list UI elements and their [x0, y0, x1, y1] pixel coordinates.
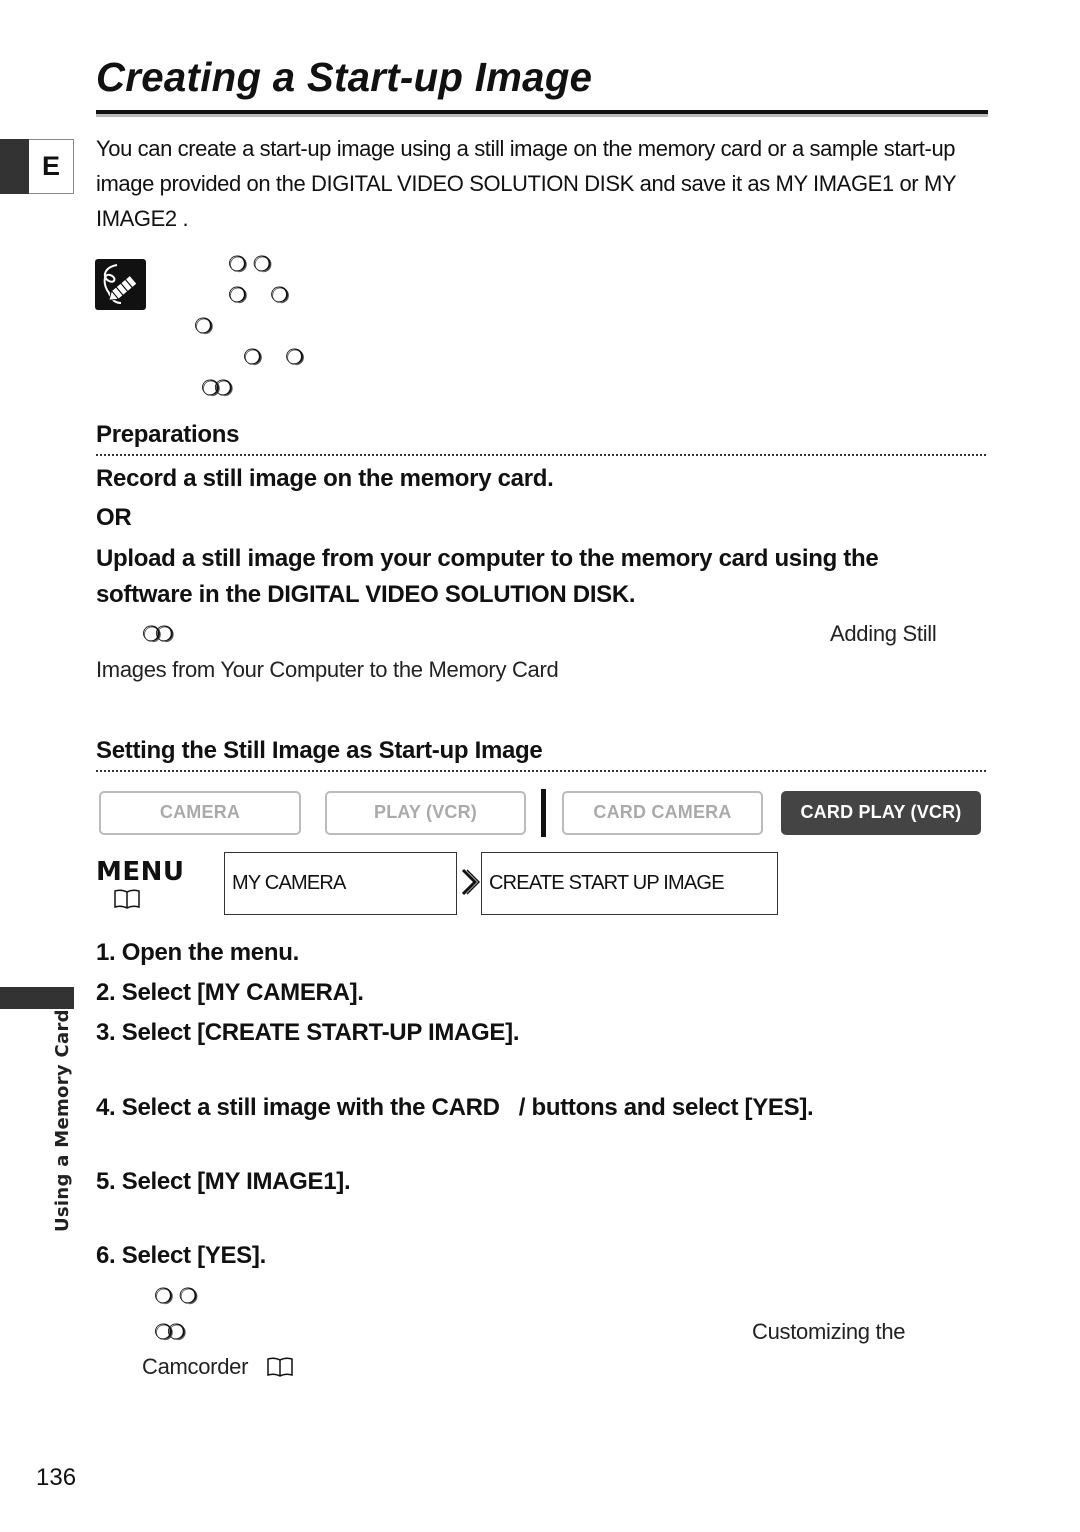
setting-heading: Setting the Still Image as Start-up Imag…: [96, 737, 543, 764]
step-4: 4. Select a still image with the CARD / …: [96, 1094, 814, 1121]
reference-link-customizing: Customizing the: [752, 1319, 906, 1344]
step-6: 6. Select [YES].: [96, 1242, 266, 1269]
mode-card-play-vcr: CARD PLAY (VCR): [781, 791, 981, 835]
note-glyph-4: ❍ ❍: [243, 346, 304, 369]
title-rule-shadow: [96, 114, 988, 117]
language-tab-bar: [0, 139, 29, 194]
reference-link-adding-still: Adding Still: [830, 621, 937, 646]
mode-play-vcr: PLAY (VCR): [325, 791, 526, 835]
menu-label: MENU: [96, 857, 185, 887]
intro-paragraph: You can create a start-up image using a …: [96, 136, 956, 231]
note-glyph-5: ❍❍: [201, 377, 233, 400]
section-side-label: Using a Memory Card: [52, 1009, 73, 1232]
reference-glyph: ❍❍: [142, 623, 174, 646]
page-number: 136: [36, 1464, 77, 1491]
mode-camera: CAMERA: [99, 791, 301, 835]
setting-divider: [96, 770, 986, 772]
note-pencil-icon: [95, 259, 146, 310]
preparations-line-1: Record a still image on the memory card.: [96, 465, 554, 492]
note-glyph-1: ❍ ❍: [228, 253, 272, 276]
reference-link-customizing-cont: Camcorder: [142, 1354, 249, 1379]
preparations-divider: [96, 454, 986, 456]
step-1: 1. Open the menu.: [96, 939, 299, 966]
step-2: 2. Select [MY CAMERA].: [96, 979, 364, 1006]
mode-separator: [541, 789, 546, 837]
language-tab-label: E: [29, 139, 74, 194]
mode-card-camera: CARD CAMERA: [562, 791, 763, 835]
step-5: 5. Select [MY IMAGE1].: [96, 1168, 351, 1195]
note-glyph-2: ❍ ❍: [228, 284, 289, 307]
menu-path-create-start-up-image: CREATE START UP IMAGE: [481, 852, 778, 915]
page-title: Creating a Start-up Image: [96, 54, 593, 100]
note-glyph-3: ❍: [194, 315, 213, 338]
preparations-or: OR: [96, 504, 132, 531]
preparations-heading: Preparations: [96, 421, 240, 448]
after-steps-glyph-1: ❍ ❍: [154, 1285, 198, 1308]
step-3: 3. Select [CREATE START-UP IMAGE].: [96, 1019, 520, 1046]
book-icon: [266, 1356, 294, 1383]
menu-path-my-camera: MY CAMERA: [224, 852, 457, 915]
after-steps-glyph-2: ❍❍: [154, 1321, 186, 1344]
preparations-line-2: Upload a still image from your computer …: [96, 545, 879, 608]
menu-path-arrow-icon: [460, 868, 481, 902]
reference-link-adding-still-cont: Images from Your Computer to the Memory …: [96, 657, 559, 682]
language-tab: E: [0, 139, 74, 194]
section-tab-bar: [0, 987, 74, 1009]
book-icon: [113, 888, 141, 916]
